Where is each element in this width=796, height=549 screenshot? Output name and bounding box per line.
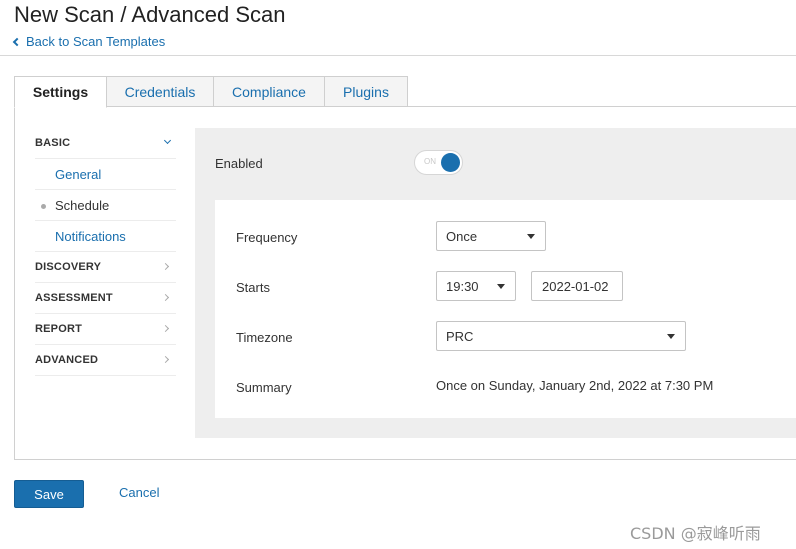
sidebar-item-label: Notifications xyxy=(55,228,126,244)
header-divider xyxy=(0,55,796,56)
chevron-left-icon xyxy=(12,37,22,47)
chevron-right-icon xyxy=(161,355,170,364)
sidebar-section-label: ASSESSMENT xyxy=(35,292,113,304)
caret-down-icon xyxy=(527,234,535,239)
settings-sidebar: BASIC General Schedule Notifications DIS… xyxy=(35,128,176,376)
summary-text: Once on Sunday, January 2nd, 2022 at 7:3… xyxy=(436,378,714,393)
sidebar-item-general[interactable]: General xyxy=(35,159,176,190)
enabled-toggle[interactable]: ON xyxy=(414,150,463,175)
sidebar-section-label: REPORT xyxy=(35,323,83,335)
summary-label: Summary xyxy=(236,380,292,395)
caret-down-icon xyxy=(497,284,505,289)
save-button[interactable]: Save xyxy=(14,480,84,508)
timezone-label: Timezone xyxy=(236,330,293,345)
sidebar-section-label: ADVANCED xyxy=(35,354,99,366)
chevron-right-icon xyxy=(161,324,170,333)
timezone-select[interactable]: PRC xyxy=(436,321,686,351)
chevron-down-icon xyxy=(163,136,172,145)
frequency-label: Frequency xyxy=(236,230,298,245)
tab-settings[interactable]: Settings xyxy=(14,76,107,108)
enabled-label: Enabled xyxy=(215,156,263,171)
watermark-text: CSDN @寂峰听雨 xyxy=(630,524,761,543)
frequency-value: Once xyxy=(446,228,478,244)
sidebar-item-label: Schedule xyxy=(55,197,110,213)
sidebar-item-label: General xyxy=(55,166,102,182)
tab-credentials[interactable]: Credentials xyxy=(107,76,214,107)
frequency-select[interactable]: Once xyxy=(436,221,546,251)
toggle-knob xyxy=(441,153,460,172)
sidebar-section-assessment[interactable]: ASSESSMENT xyxy=(35,283,176,314)
sidebar-item-schedule[interactable]: Schedule xyxy=(35,190,176,221)
chevron-right-icon xyxy=(161,262,170,271)
timezone-value: PRC xyxy=(446,328,474,344)
tab-bar: Settings Credentials Compliance Plugins xyxy=(14,76,408,108)
sidebar-item-notifications[interactable]: Notifications xyxy=(35,221,176,252)
tab-plugins[interactable]: Plugins xyxy=(325,76,408,107)
start-date-input[interactable] xyxy=(531,271,623,301)
chevron-right-icon xyxy=(161,293,170,302)
sidebar-section-label: DISCOVERY xyxy=(35,261,102,273)
page-title: New Scan / Advanced Scan xyxy=(14,2,286,27)
sidebar-section-advanced[interactable]: ADVANCED xyxy=(35,345,176,376)
back-link-label: Back to Scan Templates xyxy=(26,34,166,49)
toggle-state-text: ON xyxy=(424,157,436,166)
tab-compliance[interactable]: Compliance xyxy=(214,76,325,107)
sidebar-section-basic[interactable]: BASIC xyxy=(35,128,176,159)
sidebar-section-report[interactable]: REPORT xyxy=(35,314,176,345)
sidebar-section-label: BASIC xyxy=(35,137,71,149)
start-time-select[interactable]: 19:30 xyxy=(436,271,516,301)
start-time-value: 19:30 xyxy=(446,278,479,294)
cancel-button[interactable]: Cancel xyxy=(119,485,159,500)
caret-down-icon xyxy=(667,334,675,339)
back-to-templates-link[interactable]: Back to Scan Templates xyxy=(12,34,166,49)
starts-label: Starts xyxy=(236,280,270,295)
current-dot-icon xyxy=(41,204,46,209)
sidebar-section-discovery[interactable]: DISCOVERY xyxy=(35,252,176,283)
